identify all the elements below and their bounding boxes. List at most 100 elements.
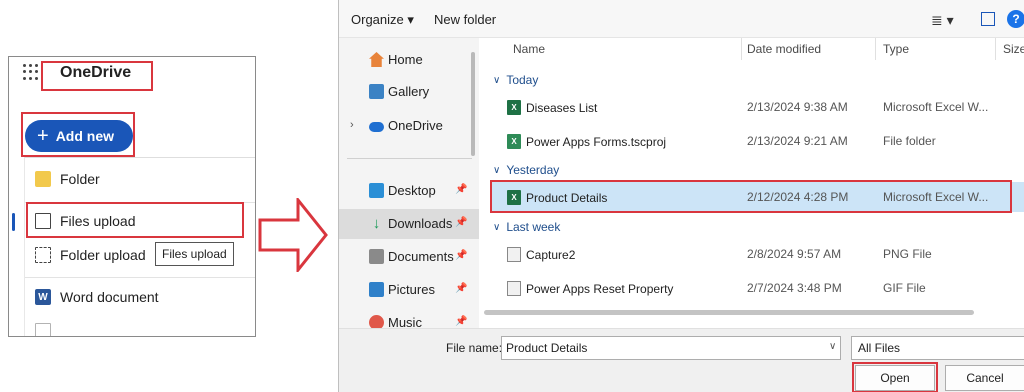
view-options-icon[interactable]: ≣ ▾ [931, 12, 954, 29]
file-upload-icon [35, 213, 51, 229]
file-name-cell: X Power Apps Forms.tscproj [507, 134, 666, 149]
menu-item-label: Files upload [60, 213, 136, 229]
nav-item-downloads[interactable]: ↓ Downloads [369, 216, 453, 231]
group-header-today[interactable]: ∨ Today [493, 73, 538, 87]
file-name-label: File name: [446, 341, 503, 355]
file-list: Name Date modified Type Size ∨ Today X D… [487, 38, 1024, 338]
app-launcher-icon[interactable] [23, 64, 39, 80]
image-icon [507, 247, 521, 262]
right-arrow-icon [258, 198, 328, 272]
chevron-down-icon: ∨ [493, 74, 501, 86]
onedrive-panel: OneDrive + Add new Folder Files upload F… [8, 56, 256, 337]
column-divider[interactable] [995, 38, 996, 60]
preview-pane-icon[interactable] [981, 12, 995, 26]
add-new-label: Add new [55, 128, 115, 144]
file-name-cell: X Product Details [507, 190, 607, 205]
desktop-icon [369, 183, 384, 198]
help-icon[interactable]: ? [1007, 10, 1024, 28]
horizontal-scrollbar[interactable] [484, 310, 974, 315]
file-date: 2/8/2024 9:57 AM [747, 247, 842, 261]
pin-icon: 📌 [455, 250, 468, 261]
folder-icon [35, 171, 51, 187]
menu-item-folder-upload[interactable]: Folder upload [35, 247, 146, 263]
pin-icon: 📌 [455, 283, 468, 294]
file-name: Power Apps Forms.tscproj [526, 134, 667, 149]
open-button[interactable]: Open [855, 365, 935, 391]
menu-item-label: Word document [60, 289, 159, 305]
nav-label: Desktop [388, 183, 436, 198]
group-header-yesterday[interactable]: ∨ Yesterday [493, 163, 559, 177]
new-folder-button[interactable]: New folder [434, 12, 496, 27]
file-open-dialog: Organize ▾ New folder ≣ ▾ ? Home Gallery… [338, 0, 1024, 392]
nav-label: Pictures [388, 282, 435, 297]
nav-label: Gallery [388, 84, 430, 99]
file-row-capture2[interactable]: Capture2 2/8/2024 9:57 AM PNG File [491, 239, 1024, 269]
column-header-name[interactable]: Name [513, 42, 545, 56]
column-header-type[interactable]: Type [883, 42, 909, 56]
cloud-icon [369, 122, 384, 132]
menu-item-label: Folder upload [60, 247, 146, 263]
nav-item-home[interactable]: Home [369, 52, 423, 67]
documents-icon [369, 249, 384, 264]
word-icon: W [35, 289, 51, 305]
pin-icon: 📌 [455, 184, 468, 195]
pin-icon: 📌 [455, 316, 468, 327]
file-name: Diseases List [526, 100, 598, 115]
organize-label: Organize [351, 12, 404, 27]
gallery-icon [369, 84, 384, 99]
column-divider[interactable] [875, 38, 876, 60]
file-row-product-details[interactable]: X Product Details 2/12/2024 4:28 PM Micr… [491, 182, 1024, 212]
file-date: 2/7/2024 3:48 PM [747, 281, 842, 295]
file-type: Microsoft Excel W... [883, 100, 989, 114]
nav-item-pictures[interactable]: Pictures [369, 282, 435, 297]
chevron-down-icon[interactable]: ∨ [829, 341, 836, 352]
file-name-input[interactable]: Product Details [501, 336, 841, 360]
file-name: Power Apps Reset Property [526, 281, 674, 296]
navigation-pane: Home Gallery › OneDrive Desktop 📌 ↓ Down… [339, 38, 479, 338]
file-row-diseases-list[interactable]: X Diseases List 2/13/2024 9:38 AM Micros… [491, 92, 1024, 122]
home-icon [369, 52, 384, 67]
nav-label: Downloads [388, 216, 453, 231]
dialog-footer: File name: Product Details ∨ All Files O… [339, 328, 1024, 392]
excel-icon: X [507, 100, 521, 115]
file-type: GIF File [883, 281, 926, 295]
file-icon [35, 323, 51, 336]
file-row-power-apps-forms[interactable]: X Power Apps Forms.tscproj 2/13/2024 9:2… [491, 126, 1024, 156]
file-row-power-apps-reset[interactable]: Power Apps Reset Property 2/7/2024 3:48 … [491, 273, 1024, 303]
file-date: 2/13/2024 9:38 AM [747, 100, 848, 114]
menu-divider [25, 202, 255, 203]
group-header-last-week[interactable]: ∨ Last week [493, 220, 560, 234]
nav-item-gallery[interactable]: Gallery [369, 84, 429, 99]
file-name-cell: Power Apps Reset Property [507, 281, 673, 296]
file-date: 2/12/2024 4:28 PM [747, 190, 849, 204]
menu-item-partial [35, 323, 60, 336]
menu-item-label: Folder [60, 171, 100, 187]
group-label: Last week [506, 220, 561, 234]
add-new-button[interactable]: + Add new [25, 120, 133, 152]
file-name: Capture2 [526, 247, 576, 262]
menu-item-folder[interactable]: Folder [35, 171, 100, 187]
menu-item-files-upload[interactable]: Files upload [35, 213, 136, 229]
file-name-cell: X Diseases List [507, 100, 597, 115]
nav-item-onedrive[interactable]: OneDrive [369, 118, 443, 133]
selection-indicator [12, 213, 15, 231]
chevron-right-icon[interactable]: › [350, 119, 354, 131]
group-label: Today [506, 73, 539, 87]
column-header-date[interactable]: Date modified [747, 42, 821, 56]
pictures-icon [369, 282, 384, 297]
nav-item-desktop[interactable]: Desktop [369, 183, 436, 198]
file-type: PNG File [883, 247, 932, 261]
cancel-button[interactable]: Cancel [945, 365, 1024, 391]
column-divider[interactable] [741, 38, 742, 60]
nav-divider [347, 158, 472, 159]
pin-icon: 📌 [455, 217, 468, 228]
nav-label: OneDrive [388, 118, 443, 133]
chevron-down-icon: ∨ [493, 164, 501, 176]
nav-item-documents[interactable]: Documents [369, 249, 454, 264]
dialog-toolbar: Organize ▾ New folder ≣ ▾ ? [339, 0, 1024, 38]
file-type-select[interactable]: All Files [851, 336, 1024, 360]
organize-button[interactable]: Organize ▾ [351, 12, 414, 28]
nav-scrollbar[interactable] [471, 52, 475, 156]
menu-item-word-document[interactable]: W Word document [35, 289, 159, 305]
column-header-size[interactable]: Size [1003, 42, 1024, 56]
